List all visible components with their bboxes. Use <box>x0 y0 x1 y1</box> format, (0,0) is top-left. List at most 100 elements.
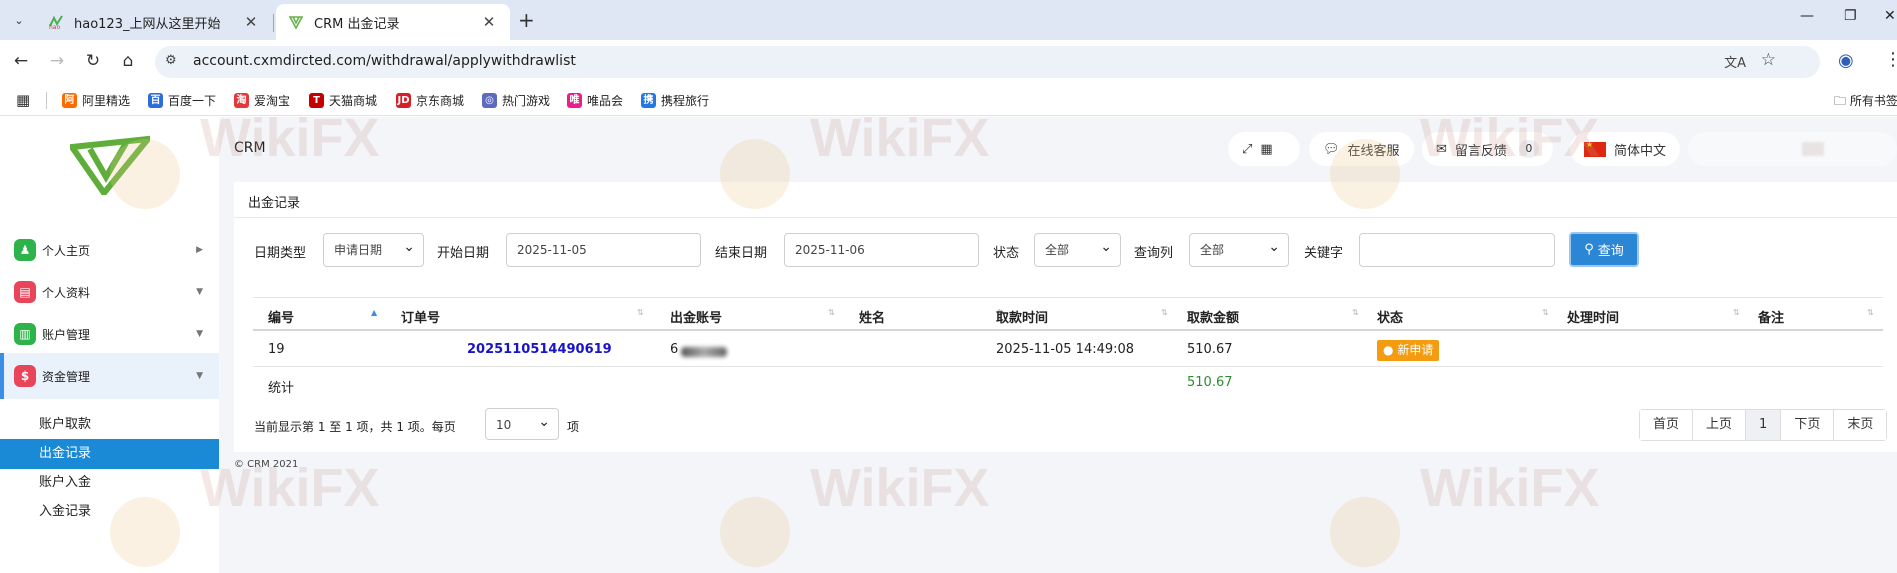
language-button[interactable]: 简体中文 <box>1570 132 1681 166</box>
search-icon: ⚲ <box>1584 242 1594 257</box>
sort-icon[interactable]: ⇅ <box>828 308 835 317</box>
tab-hao123[interactable]: hao hao123_上网从这里开始 ✕ <box>36 4 272 40</box>
sort-icon[interactable]: ⇅ <box>1733 308 1740 317</box>
submenu-withdraw-records[interactable]: 出金记录 <box>0 439 219 469</box>
url-text[interactable]: account.cxmdircted.com/withdrawal/applyw… <box>193 53 576 69</box>
menu-label: 账户管理 <box>42 327 91 342</box>
window-close-icon[interactable]: ✕ <box>1884 8 1896 24</box>
keyword-input[interactable] <box>1359 233 1555 267</box>
bookmark-vip[interactable]: 唯唯品会 <box>567 92 623 109</box>
bookmark-star-icon[interactable]: ☆ <box>1761 50 1776 70</box>
site-info-icon[interactable]: ⚙ <box>165 53 177 68</box>
folder-icon: 🗀 <box>1834 94 1850 108</box>
cell-order-link[interactable]: 2025110514490619 <box>467 342 612 357</box>
col-status[interactable]: 状态 <box>1377 307 1403 326</box>
tab-title: hao123_上网从这里开始 <box>74 16 221 32</box>
col-id[interactable]: 编号 <box>268 307 294 326</box>
tab-crm[interactable]: CRM 出金记录 ✕ <box>276 4 510 40</box>
page-first-button[interactable]: 首页 <box>1640 410 1694 440</box>
sort-asc-icon[interactable]: ▲ <box>371 308 377 317</box>
chevron-down-icon: ▼ <box>196 329 203 339</box>
page-last-button[interactable]: 末页 <box>1834 410 1887 440</box>
close-icon[interactable]: ✕ <box>242 13 260 31</box>
bookmark-jd[interactable]: JD 京东商城 <box>396 92 464 109</box>
apps-grid-icon[interactable]: ▦ <box>16 91 30 109</box>
status-select[interactable]: 全部 <box>1034 231 1121 267</box>
bookmark-taobao[interactable]: 淘爱淘宝 <box>234 92 290 109</box>
menu-profile[interactable]: ▤ 个人资料 ▼ <box>0 269 219 315</box>
online-service-button[interactable]: 💬︎ 在线客服 <box>1309 132 1414 166</box>
pagination-summary: 当前显示第 1 至 1 项，共 1 项。每页 <box>254 420 456 434</box>
pagination-suffix: 项 <box>567 420 580 434</box>
table-total-row: 统计 510.67 <box>253 367 1883 402</box>
bookmark-ctrip[interactable]: 携携程旅行 <box>641 92 709 109</box>
tab-search-button[interactable]: ⌄ <box>8 9 30 31</box>
bookmark-tmall[interactable]: T 天猫商城 <box>309 92 377 109</box>
status-badge: ● 新申请 <box>1377 340 1440 361</box>
date-type-label: 日期类型 <box>254 246 307 261</box>
address-bar: ← → ↻ ⌂ ⚙ account.cxmdircted.com/withdra… <box>0 40 1897 84</box>
col-processed[interactable]: 处理时间 <box>1567 307 1619 326</box>
sort-icon[interactable]: ⇅ <box>1352 308 1359 317</box>
cell-account-masked <box>681 347 727 357</box>
sort-icon[interactable]: ⇅ <box>637 308 644 317</box>
sort-icon[interactable]: ⇅ <box>1161 308 1168 317</box>
back-icon[interactable]: ← <box>10 51 32 71</box>
start-date-input[interactable]: 2025-11-05 <box>506 233 701 267</box>
cell-time: 2025-11-05 14:49:08 <box>996 342 1135 357</box>
language-label: 简体中文 <box>1614 143 1667 159</box>
forward-icon[interactable]: → <box>46 51 68 71</box>
page-size-select[interactable]: 10 <box>485 406 559 440</box>
page-current-button[interactable]: 1 <box>1746 410 1782 440</box>
user-menu-button[interactable] <box>1688 132 1897 166</box>
bookmark-games[interactable]: ◎ 热门游戏 <box>482 92 550 109</box>
menu-accounts[interactable]: ▥ 账户管理 ▼ <box>0 311 219 357</box>
reload-icon[interactable]: ↻ <box>82 51 104 71</box>
feedback-button[interactable]: ✉ 留言反馈 0 <box>1422 132 1553 166</box>
end-date-input[interactable]: 2025-11-06 <box>784 233 979 267</box>
watermark-logo <box>1330 497 1400 567</box>
keyword-label: 关键字 <box>1304 246 1344 261</box>
translate-icon[interactable]: 文A <box>1724 52 1746 71</box>
search-label: 查询 <box>1597 244 1624 259</box>
sort-icon[interactable]: ⇅ <box>1542 308 1549 317</box>
ctrip-icon: 携 <box>641 93 656 108</box>
fullscreen-button[interactable]: ⤢ ▦ <box>1228 132 1300 166</box>
minimize-icon[interactable]: — <box>1800 8 1814 24</box>
col-remark[interactable]: 备注 <box>1758 307 1784 326</box>
menu-funds[interactable]: $ 资金管理 ▼ <box>0 353 219 399</box>
header-title: CRM <box>234 140 266 156</box>
col-order[interactable]: 订单号 <box>401 307 440 326</box>
envelope-icon: ✉ <box>1436 141 1447 157</box>
col-account[interactable]: 出金账号 <box>670 307 722 326</box>
bookmark-ali[interactable]: 阿阿里精选 <box>62 92 130 109</box>
col-name[interactable]: 姓名 <box>859 307 885 326</box>
page-prev-button[interactable]: 上页 <box>1693 410 1747 440</box>
restore-icon[interactable]: ❐ <box>1844 8 1857 24</box>
submenu-deposit[interactable]: 账户入金 <box>0 468 219 498</box>
menu-kebab-icon[interactable]: ⋮ <box>1884 49 1897 70</box>
new-tab-icon[interactable]: + <box>518 8 535 32</box>
bookmark-label: 唯品会 <box>587 94 624 108</box>
col-amount[interactable]: 取款金额 <box>1187 307 1239 326</box>
submenu-withdraw[interactable]: 账户取款 <box>0 410 219 440</box>
query-column-select[interactable]: 全部 <box>1189 231 1289 267</box>
home-icon[interactable]: ⌂ <box>117 51 139 71</box>
omnibox[interactable]: ⚙ account.cxmdircted.com/withdrawal/appl… <box>155 46 1820 78</box>
watermark: WikiFX <box>1420 458 1600 518</box>
sort-icon[interactable]: ⇅ <box>1867 308 1874 317</box>
profile-icon[interactable]: ◉ <box>1838 50 1854 71</box>
date-type-select[interactable]: 申请日期 <box>323 231 424 267</box>
col-withdraw-time[interactable]: 取款时间 <box>996 307 1048 326</box>
ali-icon: 阿 <box>62 93 77 108</box>
search-button[interactable]: ⚲ 查询 <box>1569 232 1639 267</box>
page-next-button[interactable]: 下页 <box>1781 410 1835 440</box>
close-icon[interactable]: ✕ <box>480 13 498 31</box>
all-bookmarks[interactable]: 🗀 所有书签 <box>1834 92 1897 113</box>
withdrawal-panel: 出金记录 日期类型 申请日期 开始日期 2025-11-05 结束日期 2025… <box>234 182 1897 452</box>
menu-home[interactable]: ♟ 个人主页 ▶ <box>0 227 219 273</box>
bookmark-baidu[interactable]: 百百度一下 <box>148 92 216 109</box>
tmall-icon: T <box>309 93 324 108</box>
submenu-deposit-records[interactable]: 入金记录 <box>0 497 219 527</box>
bank-icon: ▥ <box>14 323 36 345</box>
